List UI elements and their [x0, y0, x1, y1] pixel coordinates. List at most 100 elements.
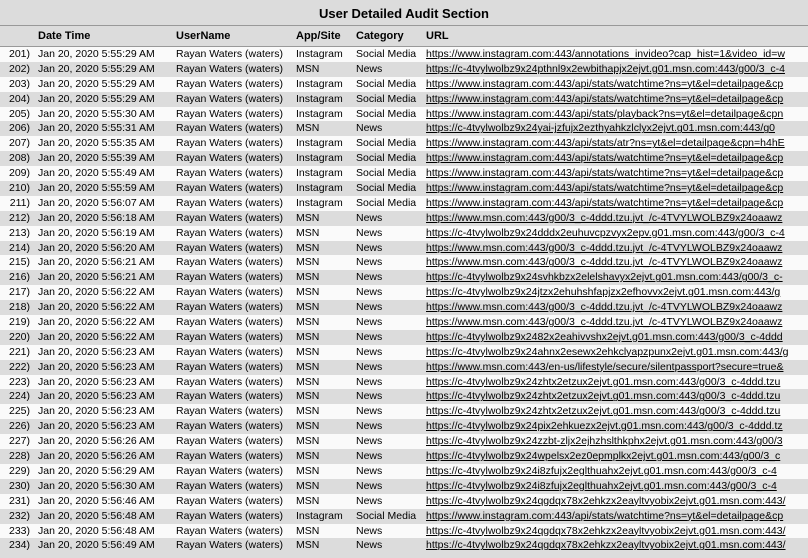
table-row[interactable]: 206)Jan 20, 2020 5:55:31 AMRayan Waters … — [0, 121, 808, 136]
table-row[interactable]: 233)Jan 20, 2020 5:56:48 AMRayan Waters … — [0, 524, 808, 539]
row-url[interactable]: https://www.instagram.com:443/api/stats/… — [426, 151, 808, 166]
row-url[interactable]: https://c-4tvylwolbz9x24zzbt-zljx2ejhzhs… — [426, 434, 808, 449]
table-row[interactable]: 225)Jan 20, 2020 5:56:23 AMRayan Waters … — [0, 404, 808, 419]
row-datetime: Jan 20, 2020 5:55:39 AM — [32, 151, 176, 166]
row-category: Social Media — [356, 181, 426, 196]
row-category: News — [356, 300, 426, 315]
table-row[interactable]: 229)Jan 20, 2020 5:56:29 AMRayan Waters … — [0, 464, 808, 479]
row-url[interactable]: https://c-4tvylwolbz9x24wpelsx2ez0epmplk… — [426, 449, 808, 464]
table-row[interactable]: 232)Jan 20, 2020 5:56:48 AMRayan Waters … — [0, 509, 808, 524]
row-url[interactable]: https://www.msn.com:443/g00/3_c-4ddd.tzu… — [426, 241, 808, 256]
table-row[interactable]: 203)Jan 20, 2020 5:55:29 AMRayan Waters … — [0, 77, 808, 92]
row-url[interactable]: https://www.instagram.com:443/api/stats/… — [426, 196, 808, 211]
row-username: Rayan Waters (waters) — [176, 419, 296, 434]
row-appsite: Instagram — [296, 509, 356, 524]
row-url[interactable]: https://www.msn.com:443/en-us/lifestyle/… — [426, 360, 808, 375]
row-url[interactable]: https://c-4tvylwolbz9x24zhtx2etzux2ejvt.… — [426, 375, 808, 390]
table-row[interactable]: 224)Jan 20, 2020 5:56:23 AMRayan Waters … — [0, 389, 808, 404]
row-username: Rayan Waters (waters) — [176, 389, 296, 404]
row-url[interactable]: https://www.instagram.com:443/api/stats/… — [426, 166, 808, 181]
table-row[interactable]: 212)Jan 20, 2020 5:56:18 AMRayan Waters … — [0, 211, 808, 226]
row-url[interactable]: https://c-4tvylwolbz9x24pthnl9x2ewbithap… — [426, 62, 808, 77]
row-url[interactable]: https://c-4tvylwolbz9x24qgdqx78x2ehkzx2e… — [426, 538, 808, 553]
table-row[interactable]: 226)Jan 20, 2020 5:56:23 AMRayan Waters … — [0, 419, 808, 434]
table-row[interactable]: 202)Jan 20, 2020 5:55:29 AMRayan Waters … — [0, 62, 808, 77]
col-header-datetime: Date Time — [32, 30, 176, 42]
table-row[interactable]: 214)Jan 20, 2020 5:56:20 AMRayan Waters … — [0, 241, 808, 256]
row-url[interactable]: https://c-4tvylwolbz9x24jtzx2ehuhshfapjz… — [426, 285, 808, 300]
row-username: Rayan Waters (waters) — [176, 434, 296, 449]
row-url[interactable]: https://c-4tvylwolbz9x24i8zfujx2eglthuah… — [426, 479, 808, 494]
table-row[interactable]: 234)Jan 20, 2020 5:56:49 AMRayan Waters … — [0, 538, 808, 553]
row-url[interactable]: https://c-4tvylwolbz9x24i8zfujx2eglthuah… — [426, 464, 808, 479]
row-category: News — [356, 121, 426, 136]
row-number: 202) — [0, 62, 32, 77]
row-number: 219) — [0, 315, 32, 330]
table-row[interactable]: 210)Jan 20, 2020 5:55:59 AMRayan Waters … — [0, 181, 808, 196]
row-url[interactable]: https://www.msn.com:443/g00/3_c-4ddd.tzu… — [426, 255, 808, 270]
table-row[interactable]: 204)Jan 20, 2020 5:55:29 AMRayan Waters … — [0, 92, 808, 107]
row-url[interactable]: https://www.instagram.com:443/api/stats/… — [426, 77, 808, 92]
row-number: 234) — [0, 538, 32, 553]
row-url[interactable]: https://www.msn.com:443/g00/3_c-4ddd.tzu… — [426, 300, 808, 315]
row-datetime: Jan 20, 2020 5:56:22 AM — [32, 330, 176, 345]
row-number: 201) — [0, 47, 32, 62]
table-row[interactable]: 221)Jan 20, 2020 5:56:23 AMRayan Waters … — [0, 345, 808, 360]
table-row[interactable]: 218)Jan 20, 2020 5:56:22 AMRayan Waters … — [0, 300, 808, 315]
row-url[interactable]: https://c-4tvylwolbz9x24zhtx2etzux2ejvt.… — [426, 404, 808, 419]
table-row[interactable]: 230)Jan 20, 2020 5:56:30 AMRayan Waters … — [0, 479, 808, 494]
row-category: Social Media — [356, 151, 426, 166]
row-username: Rayan Waters (waters) — [176, 345, 296, 360]
table-row[interactable]: 215)Jan 20, 2020 5:56:21 AMRayan Waters … — [0, 255, 808, 270]
table-row[interactable]: 227)Jan 20, 2020 5:56:26 AMRayan Waters … — [0, 434, 808, 449]
row-url[interactable]: https://c-4tvylwolbz9x24dddx2euhuvcpzvyx… — [426, 226, 808, 241]
table-row[interactable]: 219)Jan 20, 2020 5:56:22 AMRayan Waters … — [0, 315, 808, 330]
col-header-url: URL — [426, 30, 808, 42]
row-url[interactable]: https://www.instagram.com:443/annotation… — [426, 47, 808, 62]
table-row[interactable]: 211)Jan 20, 2020 5:56:07 AMRayan Waters … — [0, 196, 808, 211]
row-username: Rayan Waters (waters) — [176, 151, 296, 166]
row-url[interactable]: https://www.instagram.com:443/api/stats/… — [426, 509, 808, 524]
row-url[interactable]: https://c-4tvylwolbz9x24ahnx2esewx2ehkcl… — [426, 345, 808, 360]
row-url[interactable]: https://c-4tvylwolbz9x24qgdqx78x2ehkzx2e… — [426, 494, 808, 509]
table-row[interactable]: 216)Jan 20, 2020 5:56:21 AMRayan Waters … — [0, 270, 808, 285]
table-row[interactable]: 220)Jan 20, 2020 5:56:22 AMRayan Waters … — [0, 330, 808, 345]
table-row[interactable]: 223)Jan 20, 2020 5:56:23 AMRayan Waters … — [0, 375, 808, 390]
row-category: Social Media — [356, 47, 426, 62]
table-row[interactable]: 208)Jan 20, 2020 5:55:39 AMRayan Waters … — [0, 151, 808, 166]
row-url[interactable]: https://www.instagram.com:443/api/stats/… — [426, 181, 808, 196]
table-row[interactable]: 213)Jan 20, 2020 5:56:19 AMRayan Waters … — [0, 226, 808, 241]
row-url[interactable]: https://www.msn.com:443/g00/3_c-4ddd.tzu… — [426, 211, 808, 226]
row-url[interactable]: https://www.instagram.com:443/api/stats/… — [426, 107, 808, 122]
table-row[interactable]: 222)Jan 20, 2020 5:56:23 AMRayan Waters … — [0, 360, 808, 375]
row-username: Rayan Waters (waters) — [176, 285, 296, 300]
table-row[interactable]: 205)Jan 20, 2020 5:55:30 AMRayan Waters … — [0, 107, 808, 122]
row-url[interactable]: https://c-4tvylwolbz9x24pix2ehkuezx2ejvt… — [426, 419, 808, 434]
row-url[interactable]: https://c-4tvylwolbz9x24yai-jzfujx2ezthy… — [426, 121, 808, 136]
row-category: News — [356, 345, 426, 360]
table-row[interactable]: 207)Jan 20, 2020 5:55:35 AMRayan Waters … — [0, 136, 808, 151]
row-datetime: Jan 20, 2020 5:56:48 AM — [32, 524, 176, 539]
row-url[interactable]: https://www.instagram.com:443/api/stats/… — [426, 92, 808, 107]
row-appsite: Instagram — [296, 151, 356, 166]
table-row[interactable]: 209)Jan 20, 2020 5:55:49 AMRayan Waters … — [0, 166, 808, 181]
row-url[interactable]: https://c-4tvylwolbz9x2482x2eahivvshx2ej… — [426, 330, 808, 345]
row-url[interactable]: https://c-4tvylwolbz9x24zhtx2etzux2ejvt.… — [426, 389, 808, 404]
table-row[interactable]: 217)Jan 20, 2020 5:56:22 AMRayan Waters … — [0, 285, 808, 300]
row-appsite: MSN — [296, 300, 356, 315]
row-datetime: Jan 20, 2020 5:55:30 AM — [32, 107, 176, 122]
table-row[interactable]: 228)Jan 20, 2020 5:56:26 AMRayan Waters … — [0, 449, 808, 464]
table-row[interactable]: 231)Jan 20, 2020 5:56:46 AMRayan Waters … — [0, 494, 808, 509]
table-row[interactable]: 201)Jan 20, 2020 5:55:29 AMRayan Waters … — [0, 47, 808, 62]
row-datetime: Jan 20, 2020 5:56:23 AM — [32, 389, 176, 404]
row-appsite: Instagram — [296, 47, 356, 62]
row-number: 228) — [0, 449, 32, 464]
row-appsite: MSN — [296, 375, 356, 390]
row-url[interactable]: https://c-4tvylwolbz9x24qgdqx78x2ehkzx2e… — [426, 524, 808, 539]
header-row: Date Time UserName App/Site Category URL — [0, 25, 808, 47]
row-url[interactable]: https://www.msn.com:443/g00/3_c-4ddd.tzu… — [426, 315, 808, 330]
row-url[interactable]: https://c-4tvylwolbz9x24svhkbzx2elelshav… — [426, 270, 808, 285]
row-number: 206) — [0, 121, 32, 136]
row-datetime: Jan 20, 2020 5:56:19 AM — [32, 226, 176, 241]
row-url[interactable]: https://www.instagram.com:443/api/stats/… — [426, 136, 808, 151]
